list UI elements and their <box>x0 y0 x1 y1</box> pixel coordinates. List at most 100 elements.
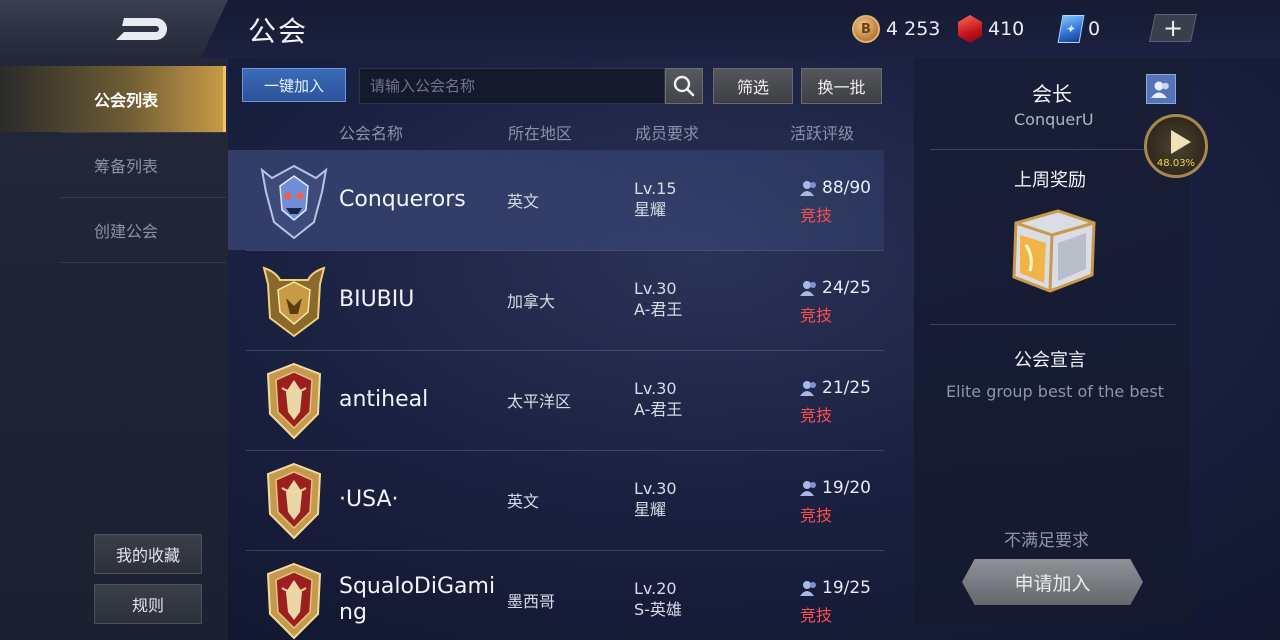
declaration-text: Elite group best of the best <box>946 382 1164 401</box>
favorites-button[interactable]: 我的收藏 <box>94 534 202 574</box>
divider <box>930 149 1176 150</box>
search-button[interactable] <box>665 68 703 104</box>
sidebar-item-label: 公会列表 <box>94 91 159 110</box>
required-level: Lv.20 <box>634 579 677 598</box>
red-shield-emblem-icon <box>266 362 322 440</box>
back-arrow-icon <box>116 18 167 40</box>
back-button[interactable] <box>0 0 228 58</box>
guild-name: Conquerors <box>339 187 466 212</box>
apply-join-button[interactable]: 申请加入 <box>962 559 1143 605</box>
guild-type: 竞技 <box>800 506 833 525</box>
member-count-value: 24/25 <box>822 278 871 298</box>
search-icon <box>673 75 695 97</box>
column-header-activity: 活跃评级 <box>790 124 855 143</box>
leader-label: 会长 <box>1032 82 1072 106</box>
guild-row[interactable]: ·USA· 英文 Lv.30 星耀 19/20 竞技 <box>228 450 884 550</box>
guild-row[interactable]: SqualoDiGami ng 墨西哥 Lv.20 S-英雄 19/25 竞技 <box>228 550 884 640</box>
guild-region: 英文 <box>507 192 540 211</box>
guild-type: 竞技 <box>800 406 833 425</box>
top-bar: 公会 B 4 253 410 ✦ 0 + <box>0 0 1280 58</box>
profile-icon <box>1151 81 1169 98</box>
guild-type: 竞技 <box>800 306 833 325</box>
guild-requirement: Lv.20 S-英雄 <box>634 578 682 620</box>
voucher-value: 0 <box>1088 18 1101 40</box>
red-shield-emblem-icon <box>266 462 322 540</box>
sidebar-item-preparing-list[interactable]: 筹备列表 <box>0 132 226 198</box>
leader-name: ConquerU <box>1014 110 1094 129</box>
weekly-reward-label: 上周奖励 <box>1014 170 1086 191</box>
coin-counter: B 4 253 <box>852 14 940 44</box>
required-level: Lv.30 <box>634 379 677 398</box>
guild-row[interactable]: Conquerors 英文 Lv.15 星耀 88/90 竞技 <box>228 150 884 250</box>
member-count: 19/20 <box>800 478 871 498</box>
gem-counter: 410 <box>958 14 1024 44</box>
gem-icon <box>958 15 982 43</box>
member-count: 21/25 <box>800 378 871 398</box>
guild-region: 英文 <box>507 492 540 511</box>
guild-requirement: Lv.30 A-君王 <box>634 378 682 420</box>
guild-name: BIUBIU <box>339 287 415 312</box>
divider <box>60 262 226 263</box>
sidebar-item-guild-list[interactable]: 公会列表 <box>0 66 226 132</box>
required-rank: S-英雄 <box>634 600 682 619</box>
guild-name: SqualoDiGami ng <box>339 574 499 626</box>
dragon-skull-emblem-icon <box>260 164 328 240</box>
column-header-requirement: 成员要求 <box>635 124 700 143</box>
guild-region: 墨西哥 <box>507 592 556 611</box>
voucher-counter: ✦ 0 <box>1057 14 1101 44</box>
required-level: Lv.15 <box>634 179 677 198</box>
add-currency-button[interactable]: + <box>1149 14 1197 42</box>
guild-name: antiheal <box>339 387 429 412</box>
page-title: 公会 <box>248 15 309 48</box>
required-rank: A-君王 <box>634 400 683 419</box>
column-header-name: 公会名称 <box>339 124 404 143</box>
requirement-status: 不满足要求 <box>1004 531 1089 551</box>
guild-search-input[interactable] <box>359 68 665 104</box>
guild-row[interactable]: BIUBIU 加拿大 Lv.30 A-君王 24/25 竞技 <box>228 250 884 350</box>
voucher-icon: ✦ <box>1057 15 1085 43</box>
guild-name-line: SqualoDiGami <box>339 574 496 599</box>
column-header-region: 所在地区 <box>508 124 573 143</box>
guild-row[interactable]: antiheal 太平洋区 Lv.30 A-君王 21/25 竞技 <box>228 350 884 450</box>
guild-requirement: Lv.30 星耀 <box>634 478 677 520</box>
divider <box>930 324 1176 325</box>
member-count: 88/90 <box>800 178 871 198</box>
progress-percent: 48.03% <box>1156 158 1196 169</box>
guild-region: 加拿大 <box>507 292 556 311</box>
required-rank: A-君王 <box>634 300 683 319</box>
sidebar-item-create-guild[interactable]: 创建公会 <box>0 197 226 263</box>
guild-type: 竞技 <box>800 606 833 625</box>
member-count: 24/25 <box>800 278 871 298</box>
guild-region: 太平洋区 <box>507 392 572 411</box>
member-count-value: 19/25 <box>822 578 871 598</box>
rules-button[interactable]: 规则 <box>94 584 202 624</box>
guild-requirement: Lv.30 A-君王 <box>634 278 682 320</box>
play-icon <box>1171 130 1191 154</box>
required-level: Lv.30 <box>634 479 677 498</box>
required-level: Lv.30 <box>634 279 677 298</box>
members-icon <box>800 581 816 596</box>
quick-join-button[interactable]: 一键加入 <box>242 68 346 102</box>
red-shield-emblem-icon <box>266 562 322 640</box>
plus-icon: + <box>1162 14 1184 42</box>
sidebar-item-label: 筹备列表 <box>94 157 159 176</box>
reward-chest-icon[interactable] <box>1006 205 1100 295</box>
members-icon <box>800 181 816 196</box>
required-rank: 星耀 <box>634 500 667 519</box>
refresh-button[interactable]: 换一批 <box>801 68 882 104</box>
gem-value: 410 <box>988 18 1025 40</box>
members-icon <box>800 281 816 296</box>
gold-horned-emblem-icon <box>262 266 326 338</box>
leader-profile-button[interactable] <box>1146 74 1176 104</box>
filter-button[interactable]: 筛选 <box>713 68 793 104</box>
floating-play-button[interactable]: 48.03% <box>1144 114 1208 178</box>
coin-icon: B <box>852 15 880 43</box>
declaration-label: 公会宣言 <box>1014 350 1086 371</box>
coin-value: 4 253 <box>886 18 941 40</box>
sidebar-item-label: 创建公会 <box>94 222 159 241</box>
member-count: 19/25 <box>800 578 871 598</box>
member-count-value: 21/25 <box>822 378 871 398</box>
required-rank: 星耀 <box>634 200 667 219</box>
guild-name-line: ng <box>339 600 367 625</box>
guild-name: ·USA· <box>339 487 399 512</box>
